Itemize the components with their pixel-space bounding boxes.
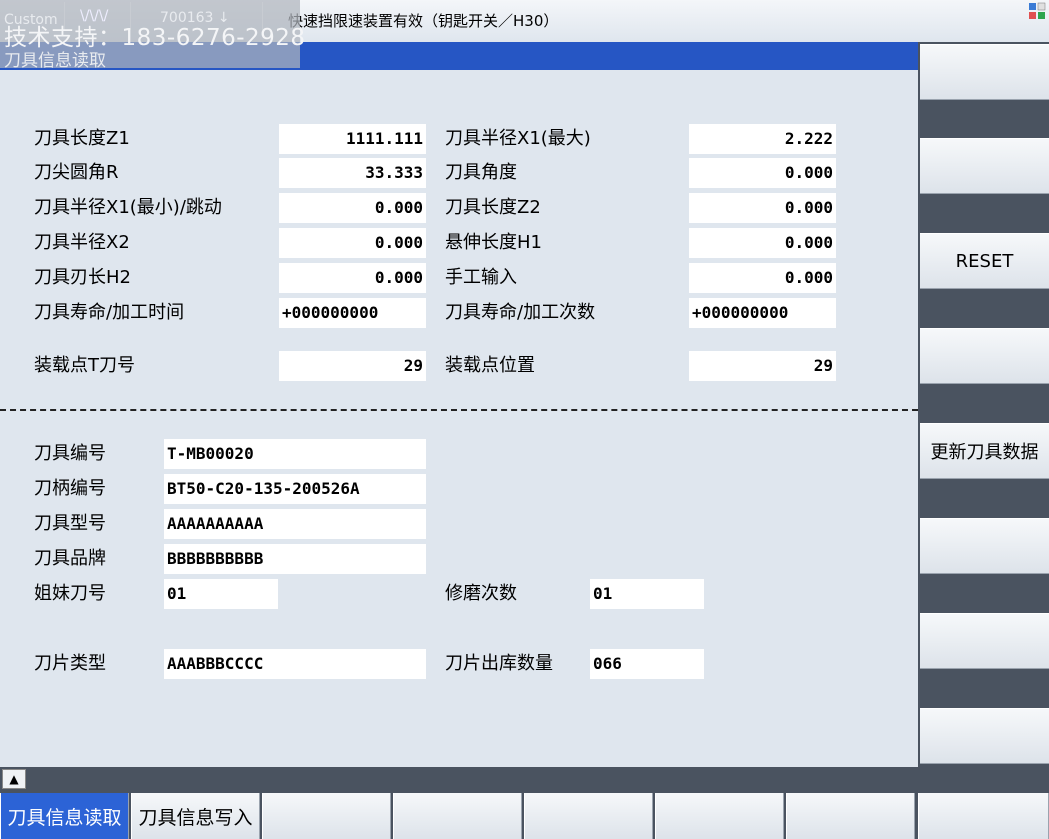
label-sister-tool: 姐妹刀号 — [34, 583, 106, 604]
watermark-overlay: Custom \/\/\/ 700163 ↓ 技术支持：183-6276-292… — [0, 0, 305, 71]
label-tool-angle: 刀具角度 — [445, 162, 517, 183]
label-holder-id: 刀柄编号 — [34, 478, 106, 499]
label-overhang-h1: 悬伸长度H1 — [445, 232, 542, 253]
field-tool-radius-x1-min[interactable]: 0.000 — [279, 193, 426, 223]
tool-info-panel: 刀具长度Z1 1111.111 刀具半径X1(最大) 2.222 刀尖圆角R 3… — [0, 70, 918, 767]
label-life-time: 刀具寿命/加工时间 — [34, 302, 185, 323]
update-tool-data-button[interactable]: 更新刀具数据 — [920, 423, 1049, 479]
softkey-h6[interactable] — [655, 793, 784, 839]
screen-title: 刀具信息读取 — [4, 51, 106, 71]
softkey-h8[interactable] — [918, 793, 1049, 839]
field-tool-brand[interactable]: BBBBBBBBBB — [164, 544, 426, 574]
label-tool-length-z1: 刀具长度Z1 — [34, 128, 130, 149]
field-tool-radius-x1-max[interactable]: 2.222 — [689, 124, 836, 154]
field-holder-id[interactable]: BT50-C20-135-200526A — [164, 474, 426, 504]
field-load-point-pos[interactable]: 29 — [689, 351, 836, 381]
recall-bar: ▲ — [0, 767, 1049, 792]
tab-tool-info-read[interactable]: 刀具信息读取 — [0, 793, 129, 839]
softkey-h7[interactable] — [786, 793, 915, 839]
field-tool-length-z2[interactable]: 0.000 — [689, 193, 836, 223]
field-insert-type[interactable]: AAABBBCCCC — [164, 649, 426, 679]
label-tool-radius-x1-min: 刀具半径X1(最小)/跳动 — [34, 197, 222, 218]
label-regrind-count: 修磨次数 — [445, 583, 517, 604]
horizontal-softkey-bar: 刀具信息读取 刀具信息写入 — [0, 792, 1049, 839]
field-life-count[interactable]: +000000000 — [689, 298, 836, 328]
label-tool-brand: 刀具品牌 — [34, 548, 106, 569]
field-sister-tool[interactable]: 01 — [164, 579, 278, 609]
label-tool-length-z2: 刀具长度Z2 — [445, 197, 541, 218]
softkey-h5[interactable] — [524, 793, 653, 839]
softkey-v7[interactable] — [920, 613, 1049, 669]
softkey-v1[interactable] — [920, 44, 1049, 100]
field-edge-length-h2[interactable]: 0.000 — [279, 263, 426, 293]
label-load-point-t: 装载点T刀号 — [34, 355, 135, 376]
section-divider — [0, 409, 918, 411]
field-insert-stock-qty[interactable]: 066 — [590, 649, 704, 679]
label-insert-type: 刀片类型 — [34, 653, 106, 674]
field-tool-radius-x2[interactable]: 0.000 — [279, 228, 426, 258]
field-manual-input[interactable]: 0.000 — [689, 263, 836, 293]
network-status-icon — [1029, 2, 1046, 19]
field-load-point-t[interactable]: 29 — [279, 351, 426, 381]
vertical-softkey-bar: RESET 更新刀具数据 — [918, 42, 1049, 767]
softkey-h4[interactable] — [393, 793, 522, 839]
label-edge-length-h2: 刀具刃长H2 — [34, 267, 131, 288]
label-insert-stock-qty: 刀片出库数量 — [445, 653, 553, 674]
field-tool-model[interactable]: AAAAAAAAAA — [164, 509, 426, 539]
softkey-v8[interactable] — [920, 708, 1049, 764]
label-manual-input: 手工输入 — [445, 267, 517, 288]
softkey-v4[interactable] — [920, 328, 1049, 384]
softkey-h3[interactable] — [262, 793, 391, 839]
softkey-v6[interactable] — [920, 518, 1049, 574]
recall-up-icon[interactable]: ▲ — [2, 769, 26, 789]
field-tool-id[interactable]: T-MB00020 — [164, 439, 426, 469]
field-nose-radius-r[interactable]: 33.333 — [279, 158, 426, 188]
alarm-message: 快速挡限速装置有效（钥匙开关／H30） — [288, 12, 559, 30]
tab-tool-info-write[interactable]: 刀具信息写入 — [131, 793, 260, 839]
label-tool-radius-x2: 刀具半径X2 — [34, 232, 130, 253]
field-regrind-count[interactable]: 01 — [590, 579, 704, 609]
label-tool-model: 刀具型号 — [34, 513, 106, 534]
label-load-point-pos: 装载点位置 — [445, 355, 535, 376]
field-tool-length-z1[interactable]: 1111.111 — [279, 124, 426, 154]
field-life-time[interactable]: +000000000 — [279, 298, 426, 328]
reset-button[interactable]: RESET — [920, 233, 1049, 289]
field-tool-angle[interactable]: 0.000 — [689, 158, 836, 188]
label-nose-radius-r: 刀尖圆角R — [34, 162, 119, 183]
label-tool-id: 刀具编号 — [34, 443, 106, 464]
label-tool-radius-x1-max: 刀具半径X1(最大) — [445, 128, 591, 149]
softkey-v2[interactable] — [920, 138, 1049, 194]
label-life-count: 刀具寿命/加工次数 — [445, 302, 596, 323]
field-overhang-h1[interactable]: 0.000 — [689, 228, 836, 258]
